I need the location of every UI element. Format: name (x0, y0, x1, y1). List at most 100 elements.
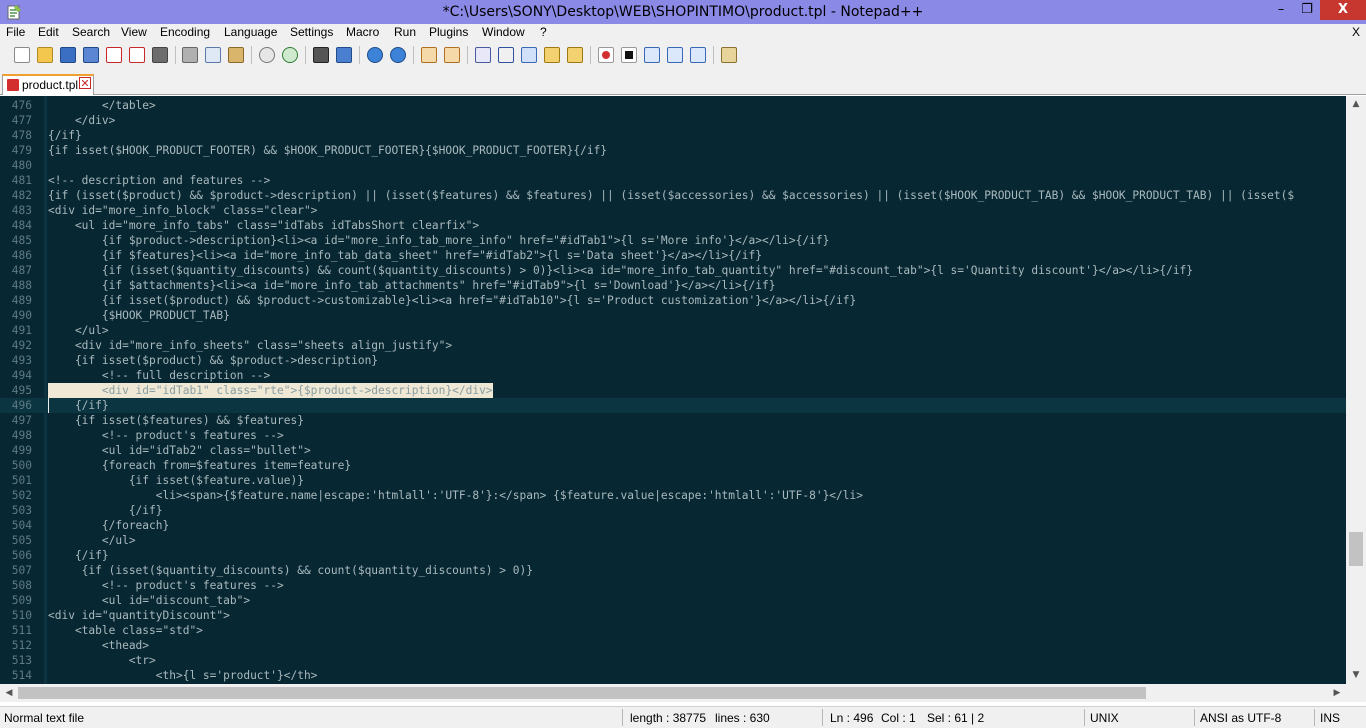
line-code-text[interactable]: <ul id="more_info_tabs" class="idTabs id… (48, 218, 479, 233)
line-code-text[interactable]: <th>{l s='product'}</th> (48, 668, 318, 683)
line-code-text[interactable]: {if isset($product) && $product->descrip… (48, 353, 378, 368)
undo-icon[interactable] (259, 47, 275, 63)
save-all-icon[interactable] (83, 47, 99, 63)
code-line[interactable]: 483 <div id="more_info_block" class="clea… (0, 203, 1346, 218)
line-code-text[interactable]: <li><span>{$feature.name|escape:'htmlall… (48, 488, 863, 503)
code-line[interactable]: 513 <tr> (0, 653, 1346, 668)
code-line[interactable]: 511 <table class="std"> (0, 623, 1346, 638)
code-line[interactable]: 484 <ul id="more_info_tabs" class="idTab… (0, 218, 1346, 233)
line-code-text[interactable]: <!-- product's features --> (48, 578, 284, 593)
save-icon[interactable] (60, 47, 76, 63)
line-code-text[interactable]: <tr> (48, 653, 156, 668)
code-line[interactable]: 499 <ul id="idTab2" class="bullet"> (0, 443, 1346, 458)
line-code-text[interactable]: <ul id="idTab2" class="bullet"> (48, 443, 311, 458)
show-all-chars-icon[interactable] (498, 47, 514, 63)
line-code-text[interactable]: <ul id="discount_tab"> (48, 593, 250, 608)
code-line[interactable]: 507 {if (isset($quantity_discounts) && c… (0, 563, 1346, 578)
line-code-text[interactable]: <div id="idTab1" class="rte">{$product->… (48, 383, 493, 398)
launch-browser-icon[interactable] (721, 47, 737, 63)
menu-edit[interactable]: Edit (38, 25, 59, 39)
find-icon[interactable] (313, 47, 329, 63)
menu-run[interactable]: Run (394, 25, 416, 39)
line-code-text[interactable]: <!-- product's features --> (48, 428, 284, 443)
code-line[interactable]: 512 <thead> (0, 638, 1346, 653)
code-line[interactable]: 486 {if $features}<li><a id="more_info_t… (0, 248, 1346, 263)
code-line[interactable]: 477 </div> (0, 113, 1346, 128)
scroll-down-icon[interactable]: ▼ (1346, 667, 1366, 684)
function-list-icon[interactable] (567, 47, 583, 63)
minimize-button[interactable]: – (1268, 0, 1294, 20)
code-line[interactable]: 491 </ul> (0, 323, 1346, 338)
close-window-button[interactable]: X (1320, 0, 1366, 20)
code-line[interactable]: 489 {if isset($product) && $product->cus… (0, 293, 1346, 308)
save-macro-icon[interactable] (690, 47, 706, 63)
menu-settings[interactable]: Settings (290, 25, 333, 39)
line-code-text[interactable]: </div> (48, 113, 115, 128)
line-code-text[interactable]: {/foreach} (48, 518, 169, 533)
cut-icon[interactable] (182, 47, 198, 63)
line-code-text[interactable]: <thead> (48, 638, 149, 653)
code-line[interactable]: 487 {if (isset($quantity_discounts) && c… (0, 263, 1346, 278)
line-code-text[interactable]: {if isset($feature.value)} (48, 473, 304, 488)
code-line[interactable]: 501 {if isset($feature.value)} (0, 473, 1346, 488)
line-code-text[interactable]: {if isset($HOOK_PRODUCT_FOOTER) && $HOOK… (48, 143, 607, 158)
line-code-text[interactable]: <div id="more_info_sheets" class="sheets… (48, 338, 452, 353)
code-line[interactable]: 498 <!-- product's features --> (0, 428, 1346, 443)
line-code-text[interactable]: {if isset($features) && $features} (48, 413, 304, 428)
line-code-text[interactable]: {if $attachments}<li><a id="more_info_ta… (48, 278, 776, 293)
line-code-text[interactable]: {/if} (48, 503, 163, 518)
line-code-text[interactable]: {/if} (48, 128, 82, 143)
line-code-text[interactable]: {/if} (48, 398, 109, 413)
code-line[interactable]: 509 <ul id="discount_tab"> (0, 593, 1346, 608)
sync-horizontal-icon[interactable] (444, 47, 460, 63)
print-icon[interactable] (152, 47, 168, 63)
code-line[interactable]: 503 {/if} (0, 503, 1346, 518)
line-code-text[interactable]: {if (isset($product) && $product->descri… (48, 188, 1294, 203)
line-code-text[interactable]: {if (isset($quantity_discounts) && count… (48, 263, 1193, 278)
code-line[interactable]: 480 (0, 158, 1346, 173)
maximize-button[interactable]: ❐ (1294, 0, 1320, 20)
line-code-text[interactable]: <!-- full description --> (48, 368, 270, 383)
replace-icon[interactable] (336, 47, 352, 63)
close-all-icon[interactable] (129, 47, 145, 63)
code-line[interactable]: 506 {/if} (0, 548, 1346, 563)
code-line[interactable]: 502 <li><span>{$feature.name|escape:'htm… (0, 488, 1346, 503)
vertical-scrollbar[interactable]: ▲ ▼ (1346, 96, 1366, 684)
tab-close-icon[interactable]: ✕ (79, 77, 91, 90)
zoom-in-icon[interactable] (367, 47, 383, 63)
menu-file[interactable]: File (6, 25, 25, 39)
line-code-text[interactable]: <div id="more_info_block" class="clear"> (48, 203, 317, 218)
zoom-out-icon[interactable] (390, 47, 406, 63)
code-line[interactable]: 505 </ul> (0, 533, 1346, 548)
vertical-scroll-thumb[interactable] (1349, 532, 1363, 566)
menu-search[interactable]: Search (72, 25, 110, 39)
paste-icon[interactable] (228, 47, 244, 63)
record-macro-icon[interactable] (598, 47, 614, 63)
code-line[interactable]: 496 {/if} (0, 398, 1346, 413)
code-line[interactable]: 495 <div id="idTab1" class="rte">{$produ… (0, 383, 1346, 398)
line-code-text[interactable]: </table> (48, 98, 156, 113)
code-line[interactable]: 504 {/foreach} (0, 518, 1346, 533)
code-line[interactable]: 485 {if $product->description}<li><a id=… (0, 233, 1346, 248)
code-line[interactable]: 478 {/if} (0, 128, 1346, 143)
new-file-icon[interactable] (14, 47, 30, 63)
stop-record-icon[interactable] (621, 47, 637, 63)
code-line[interactable]: 497 {if isset($features) && $features} (0, 413, 1346, 428)
menu-macro[interactable]: Macro (346, 25, 379, 39)
copy-icon[interactable] (205, 47, 221, 63)
open-file-icon[interactable] (37, 47, 53, 63)
close-icon[interactable] (106, 47, 122, 63)
code-line[interactable]: 476 </table> (0, 98, 1346, 113)
line-code-text[interactable]: {$HOOK_PRODUCT_TAB} (48, 308, 230, 323)
menu-plugins[interactable]: Plugins (429, 25, 468, 39)
indent-guide-icon[interactable] (521, 47, 537, 63)
run-macro-multiple-icon[interactable] (667, 47, 683, 63)
horizontal-scroll-thumb[interactable] (18, 687, 1146, 699)
code-line[interactable]: 481 <!-- description and features --> (0, 173, 1346, 188)
line-code-text[interactable]: {if isset($product) && $product->customi… (48, 293, 856, 308)
line-code-text[interactable]: <div id="quantityDiscount"> (48, 608, 230, 623)
line-code-text[interactable]: {/if} (48, 548, 109, 563)
word-wrap-icon[interactable] (475, 47, 491, 63)
line-code-text[interactable]: {if (isset($quantity_discounts) && count… (48, 563, 533, 578)
code-line[interactable]: 490 {$HOOK_PRODUCT_TAB} (0, 308, 1346, 323)
